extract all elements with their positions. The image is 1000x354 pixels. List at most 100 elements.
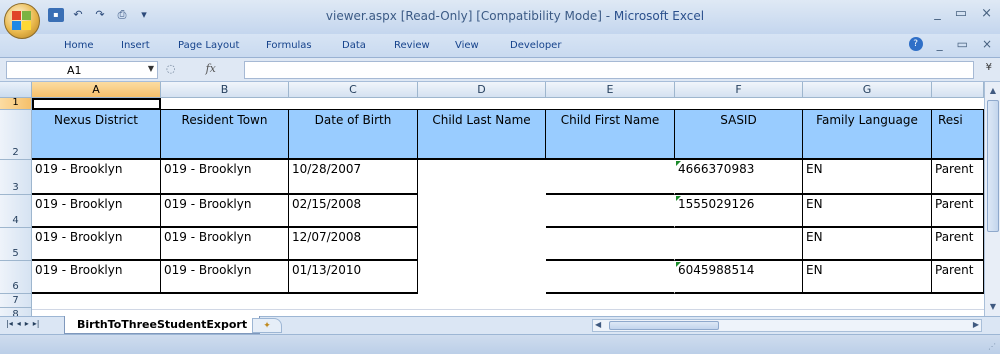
table-cell[interactable]: 4666370983: [675, 160, 803, 195]
tab-view[interactable]: View: [455, 40, 479, 51]
spreadsheet-grid[interactable]: A B C D E F G 1 2 3 4 5 6 7 8 Nexus Dist…: [0, 82, 1000, 316]
table-cell[interactable]: 01/13/2010: [289, 261, 418, 294]
table-cell[interactable]: 019 - Brooklyn: [32, 160, 161, 195]
formula-bar: A1 ▼ ◌ fx ¥: [0, 58, 1000, 82]
row-header-6[interactable]: 6: [0, 261, 32, 294]
tab-review[interactable]: Review: [394, 40, 430, 51]
prev-sheet-icon[interactable]: ◂: [17, 319, 21, 328]
table-cell[interactable]: [546, 160, 675, 195]
table-cell[interactable]: 12/07/2008: [289, 228, 418, 261]
table-cell[interactable]: 019 - Brooklyn: [32, 228, 161, 261]
table-cell[interactable]: [675, 228, 803, 261]
row-header-2[interactable]: 2: [0, 110, 32, 160]
scroll-right-icon[interactable]: ▶: [973, 320, 979, 329]
table-cell[interactable]: Parent: [932, 261, 984, 294]
help-icon[interactable]: ?: [908, 37, 923, 51]
horizontal-scroll-thumb[interactable]: [609, 321, 719, 330]
office-button[interactable]: [4, 3, 40, 39]
table-cell[interactable]: 019 - Brooklyn: [161, 160, 289, 195]
tab-formulas[interactable]: Formulas: [266, 40, 312, 51]
last-sheet-icon[interactable]: ▸|: [33, 319, 40, 328]
restore-window-button[interactable]: ▭: [955, 6, 967, 21]
header-child-last-name[interactable]: Child Last Name: [418, 110, 546, 160]
insert-function-button[interactable]: fx: [206, 62, 216, 75]
header-nexus-district[interactable]: Nexus District: [32, 110, 161, 160]
horizontal-scrollbar[interactable]: ◀ ▶: [592, 319, 982, 332]
table-cell[interactable]: Parent: [932, 195, 984, 228]
tab-developer[interactable]: Developer: [510, 40, 561, 51]
table-cell[interactable]: 019 - Brooklyn: [32, 261, 161, 294]
table-cell[interactable]: [418, 261, 546, 294]
vertical-scrollbar[interactable]: ▲ ▼: [984, 82, 1000, 316]
table-cell[interactable]: 10/28/2007: [289, 160, 418, 195]
header-child-first-name[interactable]: Child First Name: [546, 110, 675, 160]
table-cell[interactable]: [418, 228, 546, 261]
scroll-left-icon[interactable]: ◀: [595, 320, 601, 329]
table-cell[interactable]: 1555029126: [675, 195, 803, 228]
column-header-g[interactable]: G: [803, 82, 932, 98]
table-cell[interactable]: EN: [803, 160, 932, 195]
status-bar: ⋰: [0, 334, 1000, 354]
column-header-d[interactable]: D: [418, 82, 546, 98]
table-cell[interactable]: 019 - Brooklyn: [161, 261, 289, 294]
minimize-workbook-button[interactable]: _: [937, 37, 943, 51]
table-cell[interactable]: 6045988514: [675, 261, 803, 294]
next-sheet-icon[interactable]: ▸: [25, 319, 29, 328]
row-header-5[interactable]: 5: [0, 228, 32, 261]
error-indicator-icon[interactable]: [676, 262, 681, 267]
close-workbook-button[interactable]: ×: [982, 37, 992, 51]
scroll-up-icon[interactable]: ▲: [986, 84, 1000, 98]
table-cell[interactable]: 019 - Brooklyn: [32, 195, 161, 228]
error-indicator-icon[interactable]: [676, 196, 681, 201]
expand-name-box-icon[interactable]: ◌: [166, 62, 176, 75]
row-header-4[interactable]: 4: [0, 195, 32, 228]
sheet-tab-birthtothreestudentexport[interactable]: BirthToThreeStudentExport: [64, 316, 261, 334]
insert-worksheet-icon[interactable]: ✦: [252, 318, 282, 333]
table-cell[interactable]: [418, 160, 546, 195]
name-box[interactable]: A1 ▼: [6, 61, 158, 79]
tab-home[interactable]: Home: [64, 40, 94, 51]
expand-formula-bar-icon[interactable]: ¥: [986, 62, 992, 73]
minimize-window-button[interactable]: _: [934, 6, 941, 21]
scroll-down-icon[interactable]: ▼: [986, 300, 1000, 314]
column-header-a[interactable]: A: [32, 82, 161, 98]
column-header-e[interactable]: E: [546, 82, 675, 98]
row-header-7[interactable]: 7: [0, 294, 32, 308]
column-header-f[interactable]: F: [675, 82, 803, 98]
resize-grip-icon[interactable]: ⋰: [988, 342, 996, 351]
table-cell[interactable]: [418, 195, 546, 228]
header-sasid[interactable]: SASID: [675, 110, 803, 160]
header-family-language[interactable]: Family Language: [803, 110, 932, 160]
row-header-8[interactable]: 8: [0, 308, 32, 316]
header-resi[interactable]: Resi: [932, 110, 984, 160]
table-cell[interactable]: Parent: [932, 160, 984, 195]
table-cell[interactable]: [546, 261, 675, 294]
table-cell[interactable]: [546, 228, 675, 261]
table-cell[interactable]: EN: [803, 261, 932, 294]
header-date-of-birth[interactable]: Date of Birth: [289, 110, 418, 160]
tab-insert[interactable]: Insert: [121, 40, 150, 51]
formula-input[interactable]: [244, 61, 974, 79]
table-cell[interactable]: 019 - Brooklyn: [161, 195, 289, 228]
table-cell[interactable]: 019 - Brooklyn: [161, 228, 289, 261]
column-header-b[interactable]: B: [161, 82, 289, 98]
table-cell[interactable]: 02/15/2008: [289, 195, 418, 228]
tab-page-layout[interactable]: Page Layout: [178, 40, 239, 51]
restore-workbook-button[interactable]: ▭: [957, 37, 968, 51]
close-window-button[interactable]: ×: [981, 6, 992, 21]
vertical-scroll-thumb[interactable]: [987, 100, 999, 232]
column-header-h[interactable]: [932, 82, 984, 98]
table-cell[interactable]: EN: [803, 195, 932, 228]
tab-data[interactable]: Data: [342, 40, 366, 51]
select-all-corner[interactable]: [0, 82, 32, 98]
row-header-1[interactable]: 1: [0, 97, 32, 110]
table-cell[interactable]: EN: [803, 228, 932, 261]
error-indicator-icon[interactable]: [676, 161, 681, 166]
table-cell[interactable]: Parent: [932, 228, 984, 261]
chevron-down-icon[interactable]: ▼: [148, 64, 154, 73]
first-sheet-icon[interactable]: |◂: [6, 319, 13, 328]
table-cell[interactable]: [546, 195, 675, 228]
column-header-c[interactable]: C: [289, 82, 418, 98]
header-resident-town[interactable]: Resident Town: [161, 110, 289, 160]
row-header-3[interactable]: 3: [0, 160, 32, 195]
